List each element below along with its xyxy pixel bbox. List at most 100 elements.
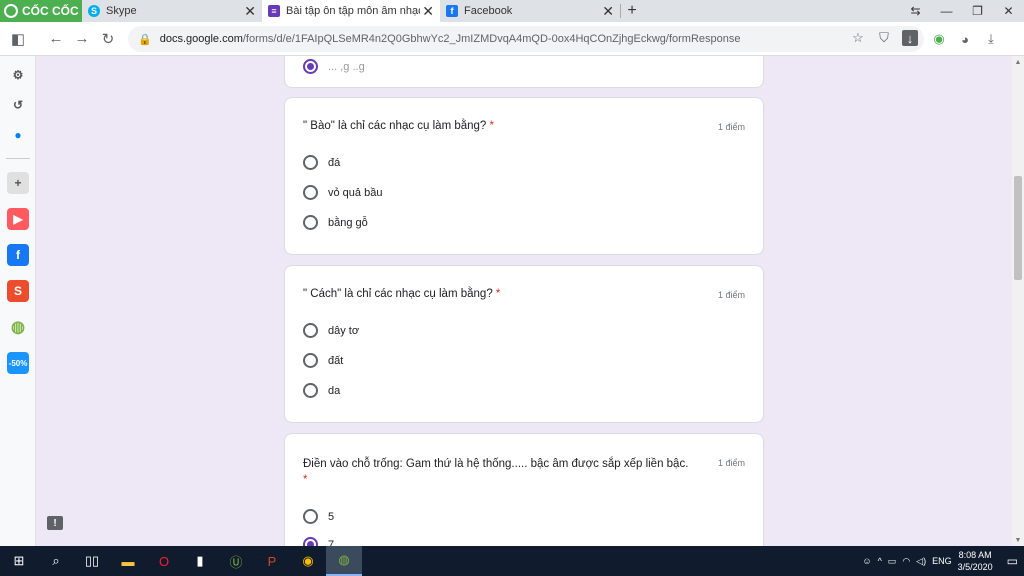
profile-icon[interactable]: ◕ xyxy=(956,26,974,52)
back-button[interactable]: ← xyxy=(43,26,69,52)
option-label: da xyxy=(328,384,341,397)
option-label: đất xyxy=(328,354,344,367)
volume-icon[interactable]: ◁) xyxy=(916,556,926,567)
question-title: " Bào" là chỉ các nhạc cụ làm bằng? * xyxy=(303,120,494,132)
close-tab-icon[interactable]: ✕ xyxy=(422,3,434,20)
windows-start-icon[interactable]: ⊞ xyxy=(0,546,38,576)
clock-date: 3/5/2020 xyxy=(957,562,993,572)
settings-icon[interactable]: ⚙ xyxy=(7,64,29,86)
radio-button[interactable] xyxy=(303,537,318,546)
opera-icon[interactable]: O xyxy=(146,546,182,576)
close-tab-icon[interactable]: ✕ xyxy=(602,3,614,20)
option-row[interactable]: 5 xyxy=(303,509,334,524)
google-forms-icon: ≡ xyxy=(268,5,280,17)
option-row[interactable]: bằng gỗ xyxy=(303,215,368,230)
radio-button[interactable] xyxy=(303,155,318,170)
omnibox-actions: ☆ ⛉ ↓ xyxy=(850,30,918,46)
window-controls: ⇆ — ❐ ✕ xyxy=(900,0,1024,22)
add-app-icon[interactable]: + xyxy=(7,172,29,194)
radio-button[interactable] xyxy=(303,383,318,398)
facebook-app-icon[interactable]: f xyxy=(7,244,29,266)
file-explorer-icon[interactable]: ▬ xyxy=(110,546,146,576)
address-bar[interactable]: 🔒 docs.google.com/forms/d/e/1FAIpQLSeMR4… xyxy=(128,26,924,52)
unikey-icon[interactable]: Ⓤ xyxy=(218,546,254,576)
tab-title: Facebook xyxy=(464,5,513,17)
option-row[interactable]: đá xyxy=(303,155,340,170)
coccoc-taskbar-icon[interactable]: ◍ xyxy=(326,546,362,576)
radio-button[interactable] xyxy=(303,509,318,524)
page-scrollbar[interactable]: ▲ ▼ xyxy=(1012,56,1024,546)
notifications-icon[interactable]: ▭ xyxy=(1007,554,1018,568)
restore-button[interactable]: ❐ xyxy=(962,0,993,22)
language-indicator[interactable]: ENG xyxy=(932,556,952,566)
downloads-icon[interactable]: ⤓ xyxy=(982,26,1000,52)
lock-icon: 🔒 xyxy=(138,33,152,46)
youtube-icon[interactable]: ▶ xyxy=(7,208,29,230)
coccoc-logo-icon xyxy=(4,4,18,18)
option-row[interactable]: 7 xyxy=(303,537,334,546)
radio-button[interactable] xyxy=(303,185,318,200)
history-icon[interactable]: ↺ xyxy=(7,94,29,116)
scroll-down-icon[interactable]: ▼ xyxy=(1012,534,1024,546)
browser-brand[interactable]: CỐC CỐC xyxy=(0,0,82,22)
form-content: ... ,g ..g " Bào" là chỉ các nhạc cụ làm… xyxy=(36,56,1012,546)
url-host: docs.google.com xyxy=(159,33,243,45)
bookmark-star-icon[interactable]: ☆ xyxy=(850,30,866,46)
show-hidden-icons[interactable]: ^ xyxy=(878,556,882,566)
radio-button[interactable] xyxy=(303,215,318,230)
download-video-icon[interactable]: ↓ xyxy=(902,30,918,46)
reload-button[interactable]: ↻ xyxy=(95,26,121,52)
chrome-icon[interactable]: ◉ xyxy=(290,546,326,576)
sidebar-divider xyxy=(6,158,30,159)
tab-search-icon[interactable]: ⇆ xyxy=(900,0,931,22)
option-label: vỏ quả bầu xyxy=(328,186,383,199)
tab-google-forms[interactable]: ≡ Bài tập ôn tập môn âm nhạc lớp ✕ xyxy=(262,0,440,22)
tab-skype[interactable]: S Skype ✕ xyxy=(82,0,262,22)
new-tab-button[interactable]: + xyxy=(621,0,643,22)
facebook-icon: f xyxy=(446,5,458,17)
question-text: " Bào" là chỉ các nhạc cụ làm bằng? xyxy=(303,120,487,132)
shopee-icon[interactable]: S xyxy=(7,280,29,302)
search-icon[interactable]: ⌕ xyxy=(38,546,74,576)
battery-icon[interactable]: ▭ xyxy=(888,556,897,567)
option-label: đá xyxy=(328,156,341,169)
notepad-icon[interactable]: ▮ xyxy=(182,546,218,576)
option-row[interactable]: ... ,g ..g xyxy=(303,59,365,74)
tiki-icon[interactable]: -50% xyxy=(7,352,29,374)
scroll-up-icon[interactable]: ▲ xyxy=(1012,56,1024,68)
tab-facebook[interactable]: f Facebook ✕ xyxy=(440,0,620,22)
radio-button[interactable] xyxy=(303,59,318,74)
option-row[interactable]: dây tơ xyxy=(303,323,359,338)
radio-button[interactable] xyxy=(303,353,318,368)
scrollbar-thumb[interactable] xyxy=(1014,176,1022,280)
close-window-button[interactable]: ✕ xyxy=(993,0,1024,22)
browser-toolbar: ◧ ← → ↻ 🔒 docs.google.com/forms/d/e/1FAI… xyxy=(0,22,1024,56)
option-row[interactable]: da xyxy=(303,383,340,398)
task-view-icon[interactable]: ▯▯ xyxy=(74,546,110,576)
extension-icon[interactable]: ◉ xyxy=(930,26,948,52)
browser-extensions: ◉ ◕ ⤓ xyxy=(930,26,1000,52)
tab-bar: CỐC CỐC S Skype ✕ ≡ Bài tập ôn tập môn â… xyxy=(0,0,1024,22)
powerpoint-icon[interactable]: P xyxy=(254,546,290,576)
required-marker: * xyxy=(489,120,495,132)
sidebar-toggle-icon[interactable]: ◧ xyxy=(5,26,31,52)
shield-icon[interactable]: ⛉ xyxy=(876,30,892,46)
browser-sidebar: ⚙ ↺ ● + ▶ f S ◍ -50% xyxy=(0,56,36,546)
minimize-button[interactable]: — xyxy=(931,0,962,22)
radio-button[interactable] xyxy=(303,323,318,338)
messenger-icon[interactable]: ● xyxy=(7,124,29,146)
close-tab-icon[interactable]: ✕ xyxy=(244,3,256,20)
system-tray: ☺ ^ ▭ ◠ ◁) ENG 8:08 AM 3/5/2020 ▭ xyxy=(862,546,1024,576)
wifi-icon[interactable]: ◠ xyxy=(902,556,910,567)
question-text: " Cách" là chỉ các nhạc cụ làm bằng? xyxy=(303,288,493,300)
windows-taskbar: ⊞ ⌕ ▯▯ ▬ O ▮ Ⓤ P ◉ ◍ ☺ ^ ▭ ◠ ◁) ENG 8:08… xyxy=(0,546,1024,576)
forward-button[interactable]: → xyxy=(69,26,95,52)
option-row[interactable]: vỏ quả bầu xyxy=(303,185,382,200)
feedback-icon[interactable]: ! xyxy=(47,516,63,530)
tab-title: Skype xyxy=(106,5,137,17)
coccoc-app-icon[interactable]: ◍ xyxy=(7,316,29,338)
question-points: 1 điểm xyxy=(717,290,745,300)
people-icon[interactable]: ☺ xyxy=(862,556,871,566)
option-row[interactable]: đất xyxy=(303,353,343,368)
clock[interactable]: 8:08 AM 3/5/2020 xyxy=(958,549,993,573)
